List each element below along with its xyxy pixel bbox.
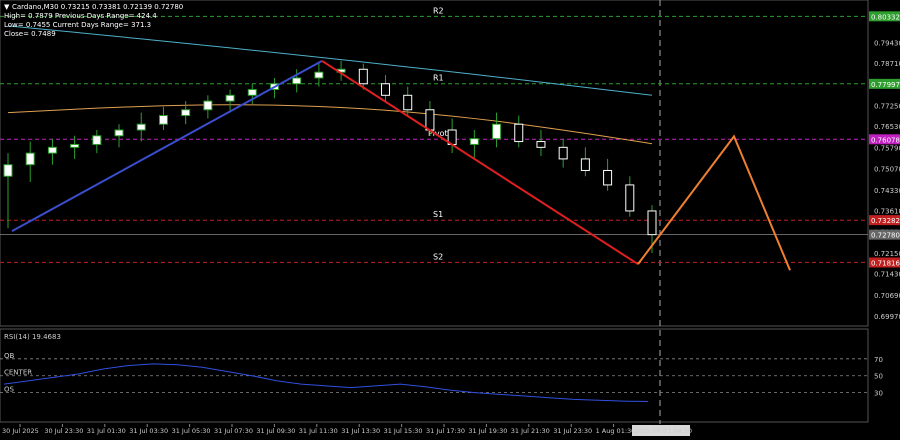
time-tick: 31 Jul 19:30 — [468, 427, 507, 435]
main-pane-frame — [0, 0, 869, 327]
rsi-center-label: CENTER — [4, 369, 32, 377]
candle-body — [47, 146, 57, 154]
pivot-label-r2: R2 — [433, 6, 444, 15]
cursor-time-label: 2025.08.01 04:30 — [634, 427, 692, 435]
candle-body — [181, 109, 191, 117]
candle-body — [3, 164, 13, 177]
candle-body — [25, 152, 35, 166]
time-tick: 31 Jul 05:30 — [172, 427, 211, 435]
time-tick: 31 Jul 23:30 — [553, 427, 592, 435]
price-badge-label: 0.77997 — [871, 81, 900, 89]
pivot-label-r1: R1 — [433, 74, 444, 83]
candle-body — [403, 94, 413, 111]
wave-up-leg — [11, 60, 323, 233]
indicator-line-low: Low= 0.7455 Current Days Range= 371.3 — [4, 21, 152, 29]
ma-slow-line — [7, 25, 653, 96]
candle-body — [292, 77, 302, 85]
rsi-ob-label: OB — [4, 352, 15, 360]
rsi-os-label: OS — [4, 386, 15, 394]
candle-body — [203, 100, 213, 111]
indicator-line-close: Close= 0.7489 — [4, 30, 56, 38]
price-badge-label: 0.71816 — [871, 260, 900, 268]
price-tick: 0.72150 — [874, 250, 900, 258]
candle-body — [92, 135, 102, 145]
candle-body — [136, 123, 146, 131]
candle-body — [580, 158, 590, 171]
time-tick: 31 Jul 09:30 — [256, 427, 295, 435]
time-tick: 31 Jul 03:30 — [129, 427, 168, 435]
candle-body — [603, 169, 613, 186]
ma-fast-line — [7, 104, 653, 145]
time-tick: 30 Jul 2025 — [2, 427, 39, 435]
candle-body — [469, 138, 479, 145]
rsi-title: RSI(14) 19.4683 — [4, 333, 61, 341]
indicator-line-high: High= 0.7879 Previous Days Range= 424.4 — [4, 12, 157, 20]
price-tick: 0.78710 — [874, 60, 900, 68]
price-tick: 0.73610 — [874, 208, 900, 216]
time-tick: 31 Jul 11:30 — [299, 427, 338, 435]
time-tick: 31 Jul 07:30 — [214, 427, 253, 435]
pivot-label-s1: S1 — [433, 210, 443, 219]
rsi-tick: 50 — [874, 373, 883, 381]
candle-body — [381, 83, 391, 96]
candle-body — [314, 71, 324, 79]
candle-body — [514, 123, 524, 143]
price-chart[interactable]: R2R1PivotS1S20.803320.794300.787100.7797… — [0, 0, 900, 440]
candle-body — [425, 109, 435, 131]
candle-body — [492, 123, 502, 140]
candle-body — [225, 94, 235, 102]
candle-body — [247, 89, 257, 96]
time-tick: 1 Aug 01:30 — [596, 427, 636, 435]
time-tick: 31 Jul 21:30 — [511, 427, 550, 435]
wave-projection — [637, 134, 791, 271]
price-tick: 0.75070 — [874, 165, 900, 173]
candle-body — [70, 143, 80, 148]
candle-body — [358, 68, 368, 85]
price-tick: 0.76530 — [874, 123, 900, 131]
time-tick: 31 Jul 17:30 — [426, 427, 465, 435]
ohlc-readout: Cardano,M30 0.73215 0.73381 0.72139 0.72… — [12, 3, 184, 11]
candle-body — [536, 141, 546, 148]
wave-down-leg — [321, 60, 639, 265]
candle-body — [158, 115, 168, 125]
time-tick: 30 Jul 23:30 — [44, 427, 83, 435]
price-badge-label: 0.72780 — [871, 232, 900, 240]
price-tick: 0.77250 — [874, 102, 900, 110]
symbol-menu-arrow[interactable]: ▼ — [4, 3, 9, 11]
price-badge-label: 0.76078 — [871, 136, 900, 144]
pivot-label-s2: S2 — [433, 252, 443, 261]
price-tick: 0.79430 — [874, 39, 900, 47]
price-tick: 0.70690 — [874, 292, 900, 300]
price-tick: 0.69970 — [874, 313, 900, 321]
candle-body — [647, 210, 657, 236]
rsi-tick: 30 — [874, 390, 883, 398]
time-tick: 31 Jul 15:30 — [384, 427, 423, 435]
candle-body — [625, 184, 635, 212]
time-tick: 31 Jul 01:30 — [87, 427, 126, 435]
time-tick: 31 Jul 13:30 — [341, 427, 380, 435]
price-tick: 0.71430 — [874, 271, 900, 279]
price-badge-label: 0.80332 — [871, 13, 900, 21]
candle-body — [114, 129, 124, 137]
price-badge-label: 0.73282 — [871, 217, 900, 225]
price-tick: 0.75790 — [874, 145, 900, 153]
rsi-line — [3, 363, 649, 403]
price-tick: 0.74330 — [874, 187, 900, 195]
rsi-tick: 70 — [874, 356, 883, 364]
candle-body — [558, 146, 568, 160]
